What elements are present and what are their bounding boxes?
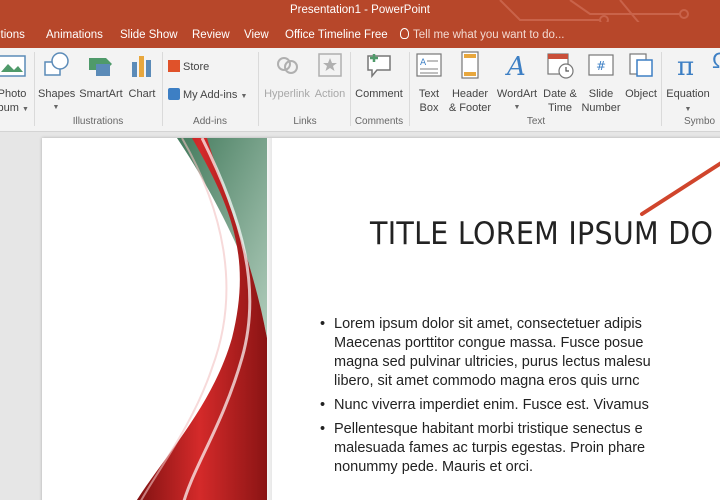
calendar-clock-icon — [547, 53, 574, 79]
action-star-icon — [318, 53, 342, 77]
shapes-button[interactable]: Shapes ▼ — [38, 50, 75, 115]
my-addins-button[interactable]: My Add-ins ▼ — [168, 88, 247, 101]
svg-text:A: A — [505, 52, 526, 80]
symbol-button[interactable]: Ω — [712, 50, 720, 68]
lightbulb-icon — [400, 28, 409, 39]
pi-icon: π — [677, 52, 694, 82]
date-time-button[interactable]: Date & Time — [541, 50, 579, 115]
tab-transitions[interactable]: itions — [0, 29, 25, 41]
slide-title[interactable]: TITLE LOREM IPSUM DO — [370, 216, 713, 252]
photo-album-button[interactable]: Photo lbum ▼ — [0, 50, 30, 117]
group-comments: Comments — [354, 116, 404, 127]
text-box-icon: A — [416, 53, 442, 77]
group-illustrations: Illustrations — [72, 116, 124, 127]
ribbon: Photo lbum ▼ Shapes ▼ SmartArt Chart Ill… — [0, 48, 720, 132]
tell-me-placeholder: Tell me what you want to do... — [413, 29, 565, 41]
smartart-icon — [89, 58, 112, 76]
pen-stroke-annotation — [640, 161, 720, 216]
header-footer-button[interactable]: Header & Footer — [448, 50, 492, 115]
object-icon — [629, 53, 653, 77]
equation-button[interactable]: π Equation ▼ — [664, 50, 712, 117]
smartart-button[interactable]: SmartArt — [77, 50, 125, 101]
shapes-icon — [44, 52, 69, 76]
bullet-item: Pellentesque habitant morbi tristique se… — [320, 420, 720, 477]
hyperlink-icon — [277, 57, 298, 74]
group-links: Links — [293, 116, 317, 127]
title-bar: Presentation1 - PowerPoint — [0, 0, 720, 45]
svg-text:#: # — [596, 59, 606, 73]
action-button[interactable]: Action — [313, 50, 347, 101]
wordart-button[interactable]: A WordArt ▼ — [494, 50, 540, 115]
group-addins: Add-ins — [193, 116, 227, 127]
tab-review[interactable]: Review — [192, 29, 230, 41]
store-button[interactable]: Store — [168, 60, 209, 73]
hyperlink-button[interactable]: Hyperlink — [262, 50, 312, 101]
chart-button[interactable]: Chart — [126, 50, 158, 101]
tab-animations[interactable]: Animations — [46, 29, 103, 41]
slide-canvas[interactable]: TITLE LOREM IPSUM DO Lorem ipsum dolor s… — [42, 138, 720, 500]
svg-text:π: π — [677, 52, 694, 80]
slide-number-button[interactable]: # Slide Number — [580, 50, 622, 115]
slide-bullet-list[interactable]: Lorem ipsum dolor sit amet, consectetuer… — [320, 315, 720, 482]
comment-icon — [367, 54, 391, 79]
omega-icon: Ω — [712, 50, 720, 68]
group-symbols: Symbo — [684, 116, 716, 127]
tell-me-box[interactable]: Tell me what you want to do... — [400, 28, 565, 41]
bullet-item: Lorem ipsum dolor sit amet, consectetuer… — [320, 315, 720, 391]
store-icon — [168, 60, 180, 72]
group-text: Text — [526, 116, 546, 127]
slide-ribbon-decoration — [136, 138, 272, 500]
comment-button[interactable]: Comment — [353, 50, 405, 101]
tab-slide-show[interactable]: Slide Show — [120, 29, 178, 41]
bullet-item: Nunc viverra imperdiet enim. Fusce est. … — [320, 396, 720, 415]
svg-text:A: A — [420, 58, 427, 68]
tab-office-timeline[interactable]: Office Timeline Free — [285, 29, 388, 41]
slide-number-icon: # — [588, 54, 614, 76]
tab-view[interactable]: View — [244, 29, 269, 41]
photo-album-icon — [0, 55, 26, 77]
header-footer-icon — [461, 51, 479, 79]
object-button[interactable]: Object — [623, 50, 659, 101]
text-box-button[interactable]: A Text Box — [413, 50, 445, 115]
addins-icon — [168, 88, 180, 100]
ribbon-tabs: itions Animations Slide Show Review View… — [0, 22, 720, 48]
wordart-icon: A — [505, 52, 526, 82]
chart-icon — [132, 56, 151, 77]
